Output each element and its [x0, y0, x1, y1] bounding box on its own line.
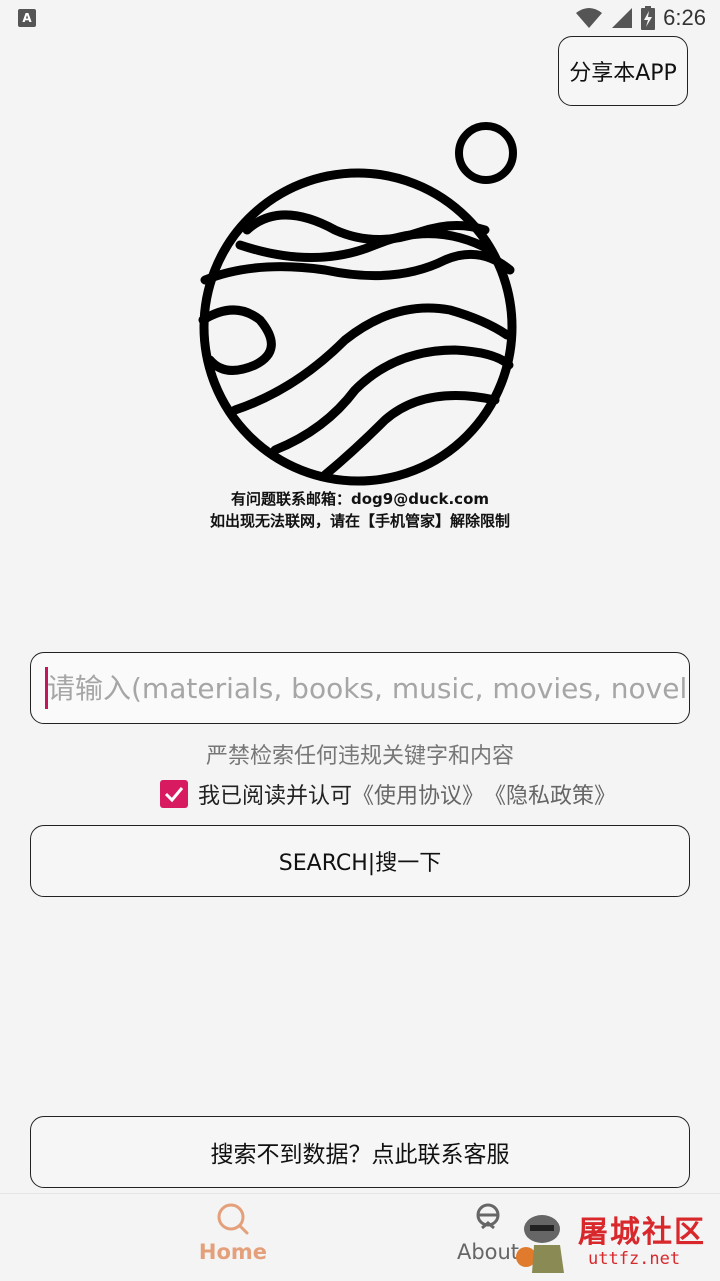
search-icon — [217, 1203, 249, 1235]
notification-a-icon: A — [18, 9, 36, 27]
share-app-button[interactable]: 分享本APP — [558, 36, 688, 106]
status-time: 6:26 — [663, 5, 706, 30]
search-input[interactable] — [47, 653, 687, 723]
network-hint-text: 如出现无法联网，请在【手机管家】解除限制 — [209, 512, 510, 530]
privacy-link[interactable]: 《隐私政策》 — [484, 778, 616, 810]
terms-link[interactable]: 《使用协议》 — [352, 778, 484, 810]
search-button[interactable]: SEARCH|搜一下 — [30, 825, 690, 897]
signal-icon — [612, 8, 633, 28]
battery-icon — [641, 6, 656, 30]
agreement-label: 我已阅读并认可 — [198, 784, 353, 809]
wifi-icon — [576, 8, 603, 28]
check-icon — [164, 787, 184, 803]
contact-email-text: 有问题联系邮箱：dog9@duck.com — [230, 490, 490, 508]
agreement-row: 我已阅读并认可 《使用协议》 《隐私政策》 — [160, 778, 616, 810]
nav-home[interactable]: Home — [173, 1202, 293, 1264]
mascot-icon — [516, 1215, 564, 1273]
contact-support-button[interactable]: 搜索不到数据？点此联系客服 — [30, 1116, 690, 1188]
status-icons: 6:26 — [575, 4, 706, 32]
agreement-checkbox[interactable] — [160, 780, 188, 808]
search-warning-text: 严禁检索任何违规关键字和内容 — [205, 744, 514, 769]
planet-logo — [198, 122, 517, 486]
nav-home-label: Home — [198, 1240, 268, 1264]
watermark: 屠城社区 uttfz.net — [500, 1205, 715, 1277]
watermark-url: uttfz.net — [588, 1249, 681, 1269]
watermark-title: 屠城社区 — [578, 1215, 706, 1250]
status-bar: A 6:26 — [0, 0, 720, 36]
search-box[interactable] — [30, 652, 690, 724]
